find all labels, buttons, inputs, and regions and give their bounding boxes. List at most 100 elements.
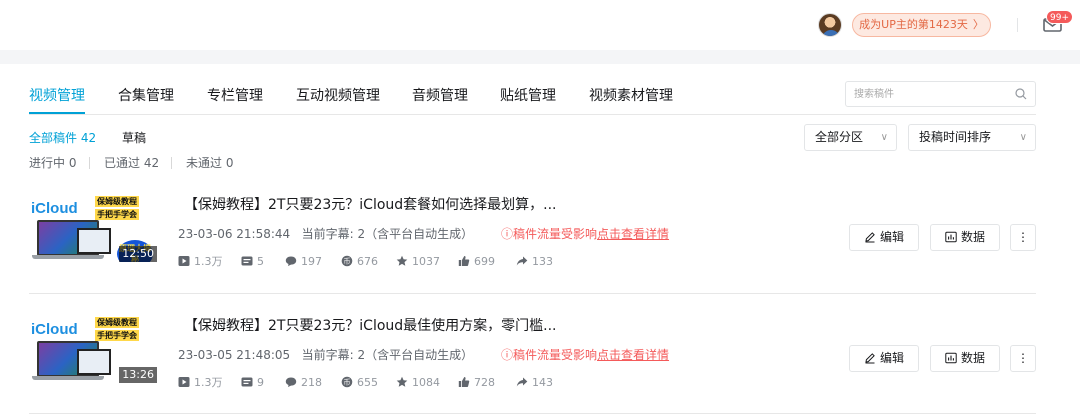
star-icon (396, 376, 408, 387)
more-icon: ⋮ (1017, 230, 1029, 244)
thumbnail-tag: 手把手学会 (95, 330, 139, 341)
likes-count: 699 (474, 255, 495, 268)
search-icon[interactable] (1015, 88, 1027, 100)
coins-count: 676 (357, 255, 378, 268)
comment-icon (285, 256, 297, 266)
chart-icon (945, 231, 957, 243)
danmaku-count: 5 (257, 255, 264, 268)
user-avatar[interactable] (818, 13, 842, 37)
content-panel: 视频管理 合集管理 专栏管理 互动视频管理 音频管理 贴纸管理 视频素材管理 全… (0, 64, 1080, 415)
video-subtitle-info: 当前字幕: 2（含平台自动生成） (301, 227, 474, 241)
thumbnail-tag: 手把手学会 (95, 209, 139, 220)
likes-count: 728 (474, 376, 495, 389)
chevron-right-icon: 〉 (972, 18, 984, 31)
edit-button[interactable]: 编辑 (849, 224, 919, 251)
tab-collection-manage[interactable]: 合集管理 (118, 86, 174, 106)
chevron-down-icon: ∨ (1019, 132, 1027, 143)
traffic-warning-text: ⓘ稿件流量受影响 (501, 227, 598, 241)
stat-favorites: 1037 (396, 254, 440, 270)
status-approved[interactable]: 已通过 42 (104, 155, 159, 171)
more-options-button[interactable]: ⋮ (1010, 224, 1036, 251)
tab-video-material-manage[interactable]: 视频素材管理 (589, 86, 673, 106)
row-divider (29, 293, 1036, 294)
tab-sticker-manage[interactable]: 贴纸管理 (500, 86, 556, 106)
screen-graphic (77, 349, 111, 375)
filter-all-submissions[interactable]: 全部稿件 42 (29, 130, 96, 146)
stat-likes: 699 (458, 254, 495, 270)
pencil-icon (865, 353, 875, 364)
shares-count: 143 (532, 376, 553, 389)
data-button-label: 数据 (960, 351, 985, 365)
tab-divider (29, 114, 1036, 115)
tab-column-manage[interactable]: 专栏管理 (207, 86, 263, 106)
tab-audio-manage[interactable]: 音频管理 (412, 86, 468, 106)
favorites-count: 1084 (412, 376, 440, 389)
comments-count: 218 (301, 376, 322, 389)
divider (1017, 18, 1018, 32)
edit-button-label: 编辑 (879, 230, 904, 244)
chevron-down-icon: ∨ (880, 132, 888, 143)
comments-count: 197 (301, 255, 322, 268)
video-datetime: 23-03-06 21:58:44 (178, 227, 291, 241)
thumbnail-tag: 保姆级教程 (95, 317, 139, 328)
view-details-link[interactable]: 点击查看详情 (597, 227, 669, 241)
thumbnail-tag: 保姆级教程 (95, 196, 139, 207)
video-title[interactable]: 【保姆教程】2T只要23元？iCloud最佳使用方案，零门槛... (184, 317, 557, 335)
video-row: iCloud 保姆级教程 手把手学会 13:26 【保姆教程】2T只要23元？i… (29, 311, 1036, 406)
edit-button-label: 编辑 (879, 351, 904, 365)
stat-comments: 218 (285, 375, 322, 391)
up-days-badge[interactable]: 成为UP主的第1423天〉 (852, 13, 991, 37)
plays-count: 1.3万 (194, 255, 223, 268)
edit-button[interactable]: 编辑 (849, 345, 919, 372)
share-icon (516, 256, 528, 266)
share-icon (516, 377, 528, 387)
video-thumbnail[interactable]: iCloud 保姆级教程 手把手学会 原理大揭秘 12:50 (29, 190, 157, 262)
danmaku-icon (241, 256, 253, 266)
search-input[interactable] (846, 82, 1006, 107)
stat-coins: 币 676 (341, 254, 378, 270)
traffic-warning-text: ⓘ稿件流量受影响 (501, 348, 598, 362)
stat-coins: 币 655 (341, 375, 378, 391)
video-meta: 23-03-05 21:48:05 当前字幕: 2（含平台自动生成） (178, 347, 473, 363)
tab-video-manage[interactable]: 视频管理 (29, 86, 85, 106)
laptop-base-graphic (32, 255, 104, 259)
plays-count: 1.3万 (194, 376, 223, 389)
video-duration: 12:50 (119, 246, 157, 262)
filter-drafts[interactable]: 草稿 (122, 130, 146, 146)
video-subtitle-info: 当前字幕: 2（含平台自动生成） (301, 348, 474, 362)
sort-dropdown[interactable]: 投稿时间排序 ∨ (908, 124, 1036, 151)
data-button-label: 数据 (960, 230, 985, 244)
video-thumbnail[interactable]: iCloud 保姆级教程 手把手学会 13:26 (29, 311, 157, 383)
traffic-warning: ⓘ稿件流量受影响点击查看详情 (501, 226, 669, 242)
category-dropdown-value: 全部分区 (815, 130, 864, 144)
pencil-icon (865, 232, 875, 243)
stat-shares: 143 (516, 375, 553, 391)
coins-count: 655 (357, 376, 378, 389)
more-options-button[interactable]: ⋮ (1010, 345, 1036, 372)
tab-interactive-video-manage[interactable]: 互动视频管理 (296, 86, 380, 106)
video-meta: 23-03-06 21:58:44 当前字幕: 2（含平台自动生成） (178, 226, 473, 242)
status-in-progress[interactable]: 进行中 0 (29, 155, 76, 171)
thumbnail-brand-text: iCloud (31, 321, 78, 338)
divider (171, 157, 172, 169)
play-icon (178, 377, 190, 387)
video-title[interactable]: 【保姆教程】2T只要23元？iCloud套餐如何选择最划算，... (184, 196, 557, 214)
screen-graphic (77, 228, 111, 254)
traffic-warning: ⓘ稿件流量受影响点击查看详情 (501, 347, 669, 363)
shares-count: 133 (532, 255, 553, 268)
stat-plays: 1.3万 (178, 375, 223, 391)
top-bar: 成为UP主的第1423天〉 99+ (0, 0, 1080, 50)
category-dropdown[interactable]: 全部分区 ∨ (804, 124, 897, 151)
stat-danmaku: 9 (241, 375, 264, 391)
status-rejected[interactable]: 未通过 0 (186, 155, 233, 171)
data-button[interactable]: 数据 (930, 345, 1000, 372)
comment-icon (285, 377, 297, 387)
row-divider (29, 413, 1036, 414)
danmaku-count: 9 (257, 376, 264, 389)
stat-plays: 1.3万 (178, 254, 223, 270)
data-button[interactable]: 数据 (930, 224, 1000, 251)
view-details-link[interactable]: 点击查看详情 (597, 348, 669, 362)
chart-icon (945, 352, 957, 364)
svg-text:币: 币 (344, 379, 351, 387)
stat-shares: 133 (516, 254, 553, 270)
